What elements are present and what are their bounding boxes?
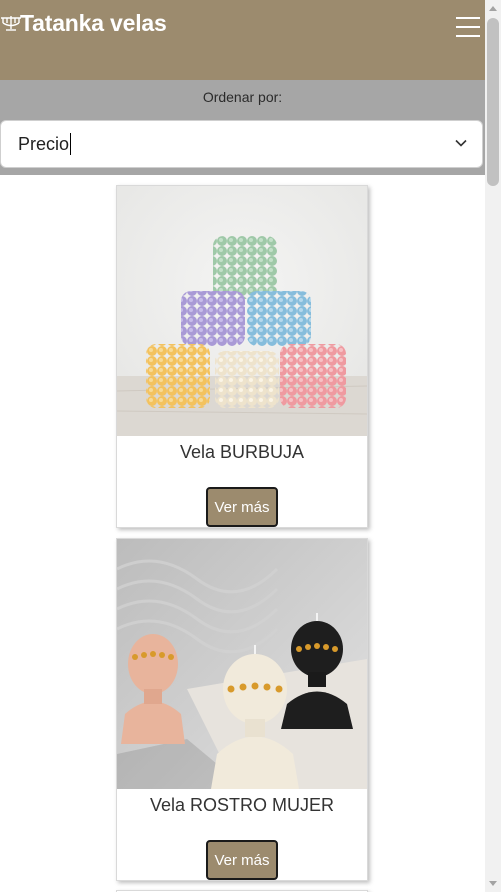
product-card: Vela BURBUJA Ver más [116, 185, 368, 528]
vertical-scrollbar[interactable] [485, 0, 501, 892]
chevron-down-icon [455, 139, 467, 147]
sort-selected-value: Precio [18, 133, 70, 154]
navbar: Tatanka velas [0, 0, 485, 80]
page-viewport: Tatanka velas Ordenar por: Precio Vela B… [0, 0, 485, 892]
text-caret [70, 133, 72, 155]
view-more-button[interactable]: Ver más [206, 487, 278, 527]
product-title: Vela BURBUJA [179, 442, 305, 462]
product-title: Vela ROSTRO MUJER [149, 795, 335, 815]
menorah-icon [1, 15, 21, 31]
product-image-woman-face-candles[interactable] [117, 539, 367, 789]
sort-select[interactable]: Precio [0, 120, 483, 168]
scroll-thumb[interactable] [487, 18, 499, 186]
scroll-up-arrow-icon[interactable] [489, 6, 497, 11]
brand-link[interactable]: Tatanka velas [0, 10, 167, 37]
view-more-button[interactable]: Ver más [206, 840, 278, 880]
product-card: Vela ROSTRO MUJER Ver más [116, 538, 368, 881]
brand-name: Tatanka velas [20, 10, 167, 36]
sort-bar: Ordenar por: Precio [0, 80, 485, 175]
scroll-down-arrow-icon[interactable] [489, 881, 497, 886]
product-image-bubble-candles[interactable] [117, 186, 367, 436]
hamburger-menu-icon[interactable] [456, 17, 480, 37]
sort-label: Ordenar por: [202, 89, 283, 105]
